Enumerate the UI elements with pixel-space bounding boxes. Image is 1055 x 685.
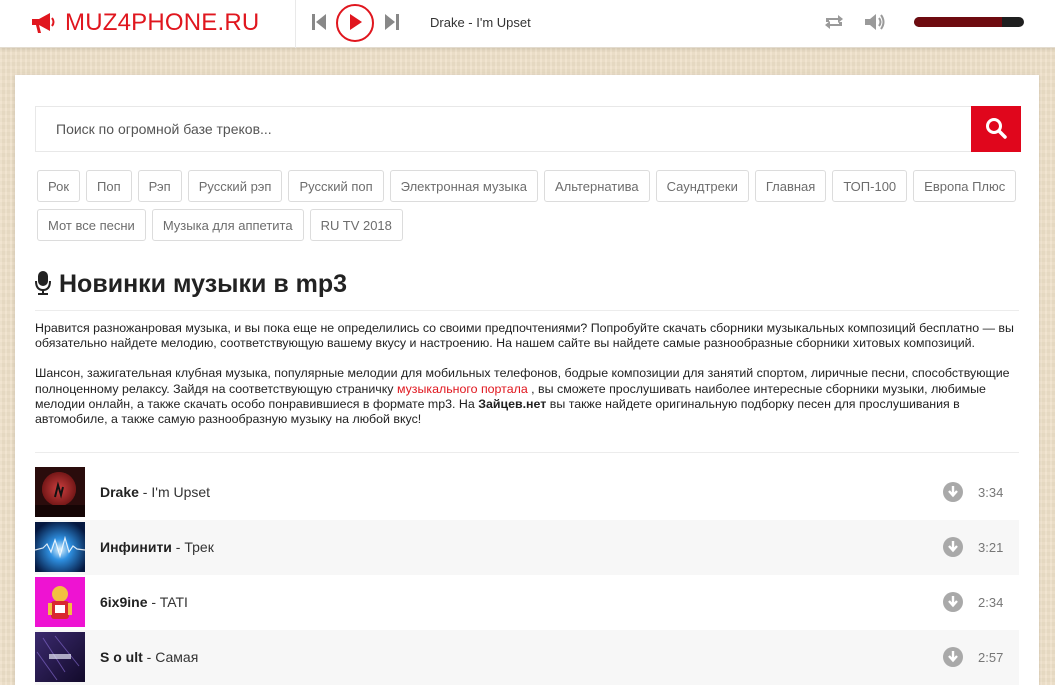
track-separator: - (147, 594, 160, 610)
track-duration: 3:21 (978, 540, 1004, 555)
track-list: Drake - I'm Upset 3:34 Инфинити - Трек 3… (35, 465, 1019, 685)
tag-rap[interactable]: Рэп (137, 170, 182, 202)
top-bar: MUZ4PHONE.RU Drake - I'm Upset (0, 0, 1055, 48)
music-portal-link[interactable]: музыкального портала (397, 382, 528, 396)
track-cover (35, 577, 85, 627)
logo-text: MUZ4PHONE.RU (65, 9, 260, 36)
microphone-icon (35, 270, 51, 299)
tag-ru-tv-2018[interactable]: RU TV 2018 (309, 209, 403, 241)
previous-track-button[interactable] (310, 13, 328, 33)
tag-russian-rap[interactable]: Русский рэп (187, 170, 283, 202)
genre-tags: Рок Поп Рэп Русский рэп Русский поп Элек… (37, 170, 1027, 241)
track-artist: Инфинити (100, 539, 172, 555)
track-duration: 2:57 (978, 650, 1004, 665)
track-title: S o ult - Самая (100, 649, 198, 665)
download-icon[interactable] (943, 647, 963, 667)
search-input[interactable] (36, 107, 971, 151)
track-artist: S o ult (100, 649, 143, 665)
track-name: I'm Upset (151, 484, 211, 500)
tag-top-100[interactable]: ТОП-100 (832, 170, 908, 202)
play-icon (347, 13, 363, 34)
tag-russian-pop[interactable]: Русский поп (288, 170, 384, 202)
divider (35, 452, 1019, 453)
search-icon (985, 117, 1007, 142)
tag-pop[interactable]: Поп (86, 170, 132, 202)
description-text: Нравится разножанровая музыка, и вы пока… (35, 321, 1017, 427)
megaphone-icon (30, 12, 56, 34)
tag-home[interactable]: Главная (754, 170, 827, 202)
volume-button[interactable] (864, 12, 886, 34)
volume-slider[interactable] (914, 17, 1024, 27)
divider (35, 310, 1019, 311)
track-title: Инфинити - Трек (100, 539, 214, 555)
track-separator: - (171, 539, 185, 555)
track-name: Самая (155, 649, 199, 665)
content-card: Рок Поп Рэп Русский рэп Русский поп Элек… (15, 75, 1039, 685)
speaker-icon (864, 12, 886, 35)
tag-appetite-music[interactable]: Музыка для аппетита (151, 209, 304, 241)
track-separator: - (142, 649, 156, 665)
download-icon[interactable] (943, 592, 963, 612)
track-artist: Drake (100, 484, 139, 500)
track-cover (35, 467, 85, 517)
description-paragraph-1: Нравится разножанровая музыка, и вы пока… (35, 321, 1014, 351)
track-separator: - (138, 484, 152, 500)
now-playing-title: Drake - I'm Upset (430, 15, 531, 30)
volume-slider-fill (914, 17, 1002, 27)
tag-electronic[interactable]: Электронная музыка (389, 170, 538, 202)
play-button[interactable] (336, 4, 374, 42)
search-button[interactable] (971, 106, 1021, 152)
track-cover (35, 632, 85, 682)
tag-europa-plus[interactable]: Европа Плюс (913, 170, 1017, 202)
track-duration: 3:34 (978, 485, 1004, 500)
section-header: Новинки музыки в mp3 (35, 269, 347, 299)
next-track-button[interactable] (383, 13, 401, 33)
download-icon[interactable] (943, 482, 963, 502)
header-divider (295, 0, 296, 48)
tag-alternative[interactable]: Альтернатива (543, 170, 650, 202)
zaycev-net-bold: Зайцев.нет (478, 396, 547, 411)
track-cover (35, 522, 85, 572)
track-artist: 6ix9ine (100, 594, 148, 610)
skip-back-icon (311, 13, 327, 34)
tag-mot-songs[interactable]: Мот все песни (37, 209, 146, 241)
track-row[interactable]: Drake - I'm Upset 3:34 (35, 465, 1019, 520)
track-name: Трек (184, 539, 214, 555)
page-title: Новинки музыки в mp3 (59, 269, 348, 298)
download-icon[interactable] (943, 537, 963, 557)
track-name: TATI (159, 594, 188, 610)
tag-rock[interactable]: Рок (37, 170, 81, 202)
track-row[interactable]: S o ult - Самая 2:57 (35, 630, 1019, 685)
site-logo[interactable]: MUZ4PHONE.RU (30, 9, 259, 37)
track-duration: 2:34 (978, 595, 1004, 610)
track-row[interactable]: 6ix9ine - TATI 2:34 (35, 575, 1019, 630)
tag-soundtracks[interactable]: Саундтреки (655, 170, 749, 202)
repeat-icon (823, 13, 845, 34)
track-title: 6ix9ine - TATI (100, 594, 188, 610)
track-title: Drake - I'm Upset (100, 484, 210, 500)
skip-forward-icon (384, 13, 400, 34)
repeat-button[interactable] (822, 13, 846, 33)
search-box (35, 106, 971, 152)
description-paragraph-2: Шансон, зажигательная клубная музыка, по… (35, 366, 1017, 427)
track-row[interactable]: Инфинити - Трек 3:21 (35, 520, 1019, 575)
